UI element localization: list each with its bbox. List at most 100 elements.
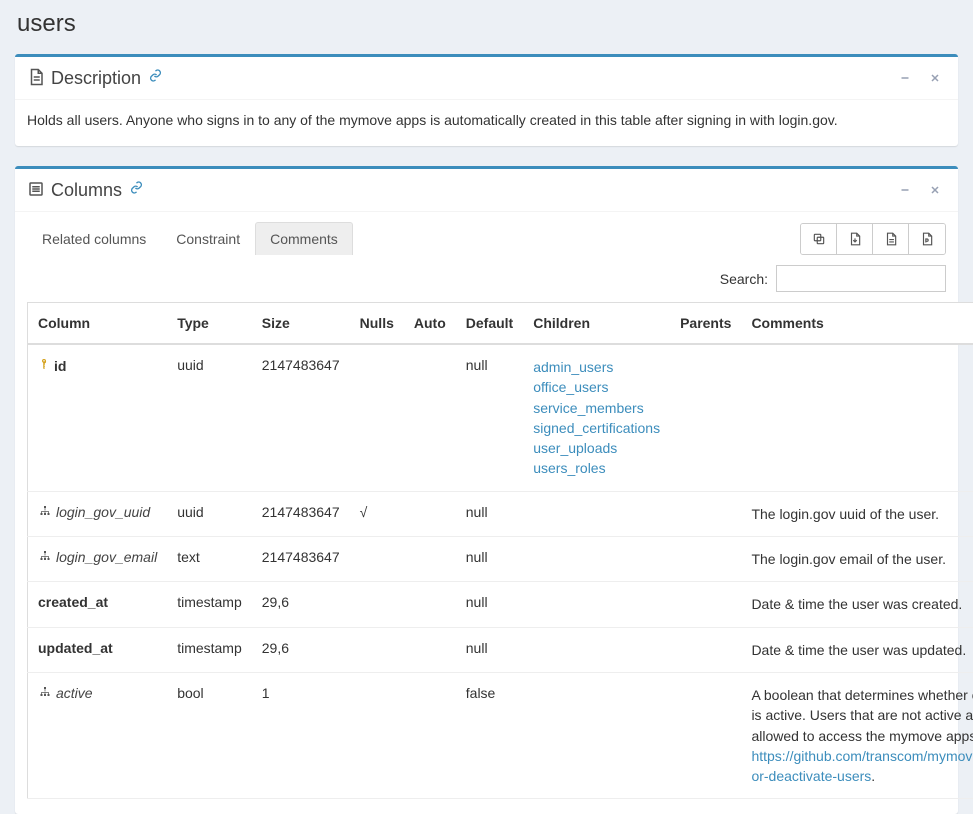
cell-children bbox=[523, 582, 670, 627]
anchor-link-icon[interactable] bbox=[130, 181, 143, 197]
export-excel-button[interactable] bbox=[873, 224, 909, 254]
table-row: iduuid2147483647nulladmin_usersoffice_us… bbox=[28, 344, 973, 491]
child-link[interactable]: users_roles bbox=[533, 458, 660, 478]
cell-nulls bbox=[350, 627, 404, 672]
table-row: updated_at timestamp29,6 null Date & time t… bbox=[28, 627, 973, 672]
table-row: active bool1 false A boolean that determine… bbox=[28, 672, 973, 798]
table-row: login_gov_emailtext2147483647nullThe log… bbox=[28, 537, 973, 582]
cell-default: null bbox=[456, 627, 523, 672]
document-icon bbox=[27, 68, 45, 89]
cell-default: null bbox=[456, 344, 523, 491]
cell-default: false bbox=[456, 672, 523, 798]
cell-size: 2147483647 bbox=[252, 491, 350, 536]
cell-children bbox=[523, 491, 670, 536]
col-header-size[interactable]: Size bbox=[252, 303, 350, 345]
description-box: Description Holds all users. Anyone who … bbox=[15, 54, 958, 146]
column-name-cell: active bbox=[38, 685, 93, 701]
cell-auto bbox=[404, 491, 456, 536]
table-row: created_at timestamp29,6 null Date & time t… bbox=[28, 582, 973, 627]
columns-title: Columns bbox=[51, 180, 122, 201]
cell-type: text bbox=[167, 537, 252, 582]
key-icon bbox=[38, 357, 50, 374]
cell-parents bbox=[670, 491, 741, 536]
cell-auto bbox=[404, 627, 456, 672]
tab-comments[interactable]: Comments bbox=[255, 222, 353, 255]
tab-constraint[interactable]: Constraint bbox=[161, 222, 255, 255]
cell-auto bbox=[404, 537, 456, 582]
column-name-cell: login_gov_uuid bbox=[38, 504, 150, 520]
column-name-cell: updated_at bbox=[38, 640, 113, 656]
child-link[interactable]: service_members bbox=[533, 398, 660, 418]
col-header-comments[interactable]: Comments bbox=[741, 303, 973, 345]
cell-nulls bbox=[350, 582, 404, 627]
close-button[interactable] bbox=[924, 179, 946, 201]
cell-comments: Date & time the user was created. bbox=[741, 582, 973, 627]
child-link[interactable]: signed_certifications bbox=[533, 418, 660, 438]
cell-type: timestamp bbox=[167, 582, 252, 627]
col-header-default[interactable]: Default bbox=[456, 303, 523, 345]
cell-type: uuid bbox=[167, 344, 252, 491]
cell-children: admin_usersoffice_usersservice_memberssi… bbox=[523, 344, 670, 491]
sitemap-icon bbox=[38, 685, 52, 701]
sitemap-icon bbox=[38, 549, 52, 565]
description-title: Description bbox=[51, 68, 141, 89]
cell-type: uuid bbox=[167, 491, 252, 536]
cell-auto bbox=[404, 672, 456, 798]
col-header-column[interactable]: Column bbox=[28, 303, 168, 345]
list-icon bbox=[27, 180, 45, 201]
collapse-button[interactable] bbox=[894, 67, 916, 89]
column-name-cell: id bbox=[38, 357, 66, 374]
cell-auto bbox=[404, 344, 456, 491]
cell-nulls bbox=[350, 537, 404, 582]
cell-type: timestamp bbox=[167, 627, 252, 672]
export-pdf-button[interactable] bbox=[909, 224, 945, 254]
sitemap-icon bbox=[38, 504, 52, 520]
columns-box: Columns Related columnsConstraintComment… bbox=[15, 166, 958, 814]
cell-nulls bbox=[350, 672, 404, 798]
cell-size: 29,6 bbox=[252, 627, 350, 672]
cell-default: null bbox=[456, 582, 523, 627]
cell-parents bbox=[670, 344, 741, 491]
search-input[interactable] bbox=[776, 265, 946, 292]
cell-default: null bbox=[456, 537, 523, 582]
copy-button[interactable] bbox=[801, 224, 837, 254]
col-header-parents[interactable]: Parents bbox=[670, 303, 741, 345]
page-title: users bbox=[17, 10, 956, 38]
col-header-nulls[interactable]: Nulls bbox=[350, 303, 404, 345]
column-name-cell: created_at bbox=[38, 594, 108, 610]
cell-children bbox=[523, 627, 670, 672]
cell-default: null bbox=[456, 491, 523, 536]
description-body: Holds all users. Anyone who signs in to … bbox=[27, 110, 946, 131]
cell-parents bbox=[670, 537, 741, 582]
child-link[interactable]: office_users bbox=[533, 377, 660, 397]
cell-type: bool bbox=[167, 672, 252, 798]
cell-comments: The login.gov uuid of the user. bbox=[741, 491, 973, 536]
cell-size: 1 bbox=[252, 672, 350, 798]
table-row: login_gov_uuid uuid2147483647√ null The log… bbox=[28, 491, 973, 536]
cell-nulls: √ bbox=[350, 491, 404, 536]
tab-related-columns[interactable]: Related columns bbox=[27, 222, 161, 255]
col-header-type[interactable]: Type bbox=[167, 303, 252, 345]
cell-parents bbox=[670, 582, 741, 627]
cell-parents bbox=[670, 627, 741, 672]
export-csv-button[interactable] bbox=[837, 224, 873, 254]
cell-nulls bbox=[350, 344, 404, 491]
col-header-auto[interactable]: Auto bbox=[404, 303, 456, 345]
nav-tabs: Related columnsConstraintComments bbox=[27, 222, 353, 255]
close-button[interactable] bbox=[924, 67, 946, 89]
cell-children bbox=[523, 537, 670, 582]
col-header-children[interactable]: Children bbox=[523, 303, 670, 345]
cell-comments: Date & time the user was updated. bbox=[741, 627, 973, 672]
cell-comments: A boolean that determines whether or not… bbox=[741, 672, 973, 798]
comment-link[interactable]: https://github.com/transcom/mymove/wiki/… bbox=[751, 748, 973, 784]
collapse-button[interactable] bbox=[894, 179, 916, 201]
child-link[interactable]: admin_users bbox=[533, 357, 660, 377]
anchor-link-icon[interactable] bbox=[149, 69, 162, 85]
cell-children bbox=[523, 672, 670, 798]
columns-table: ColumnTypeSizeNullsAutoDefaultChildrenPa… bbox=[27, 302, 973, 799]
cell-size: 29,6 bbox=[252, 582, 350, 627]
child-link[interactable]: user_uploads bbox=[533, 438, 660, 458]
search-label: Search: bbox=[720, 271, 768, 287]
cell-comments bbox=[741, 344, 973, 491]
cell-comments: The login.gov email of the user. bbox=[741, 537, 973, 582]
